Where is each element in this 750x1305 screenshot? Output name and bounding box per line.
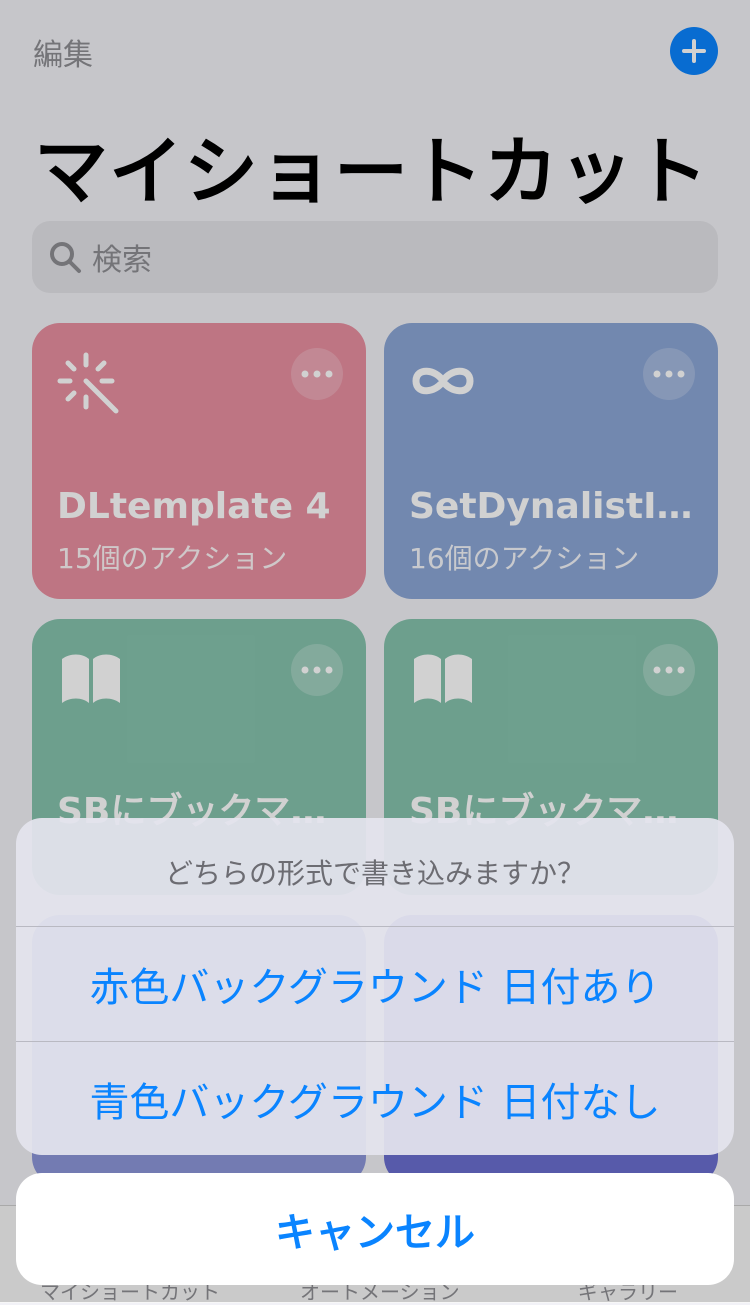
action-sheet-title: どちらの形式で書き込みますか？ [16,818,734,927]
option-blue-background-without-date[interactable]: 青色バックグラウンド 日付なし [16,1042,734,1155]
action-sheet: どちらの形式で書き込みますか？ 赤色バックグラウンド 日付あり 青色バックグラウ… [16,818,734,1155]
option-red-background-with-date[interactable]: 赤色バックグラウンド 日付あり [16,927,734,1042]
cancel-button[interactable]: キャンセル [16,1173,734,1285]
